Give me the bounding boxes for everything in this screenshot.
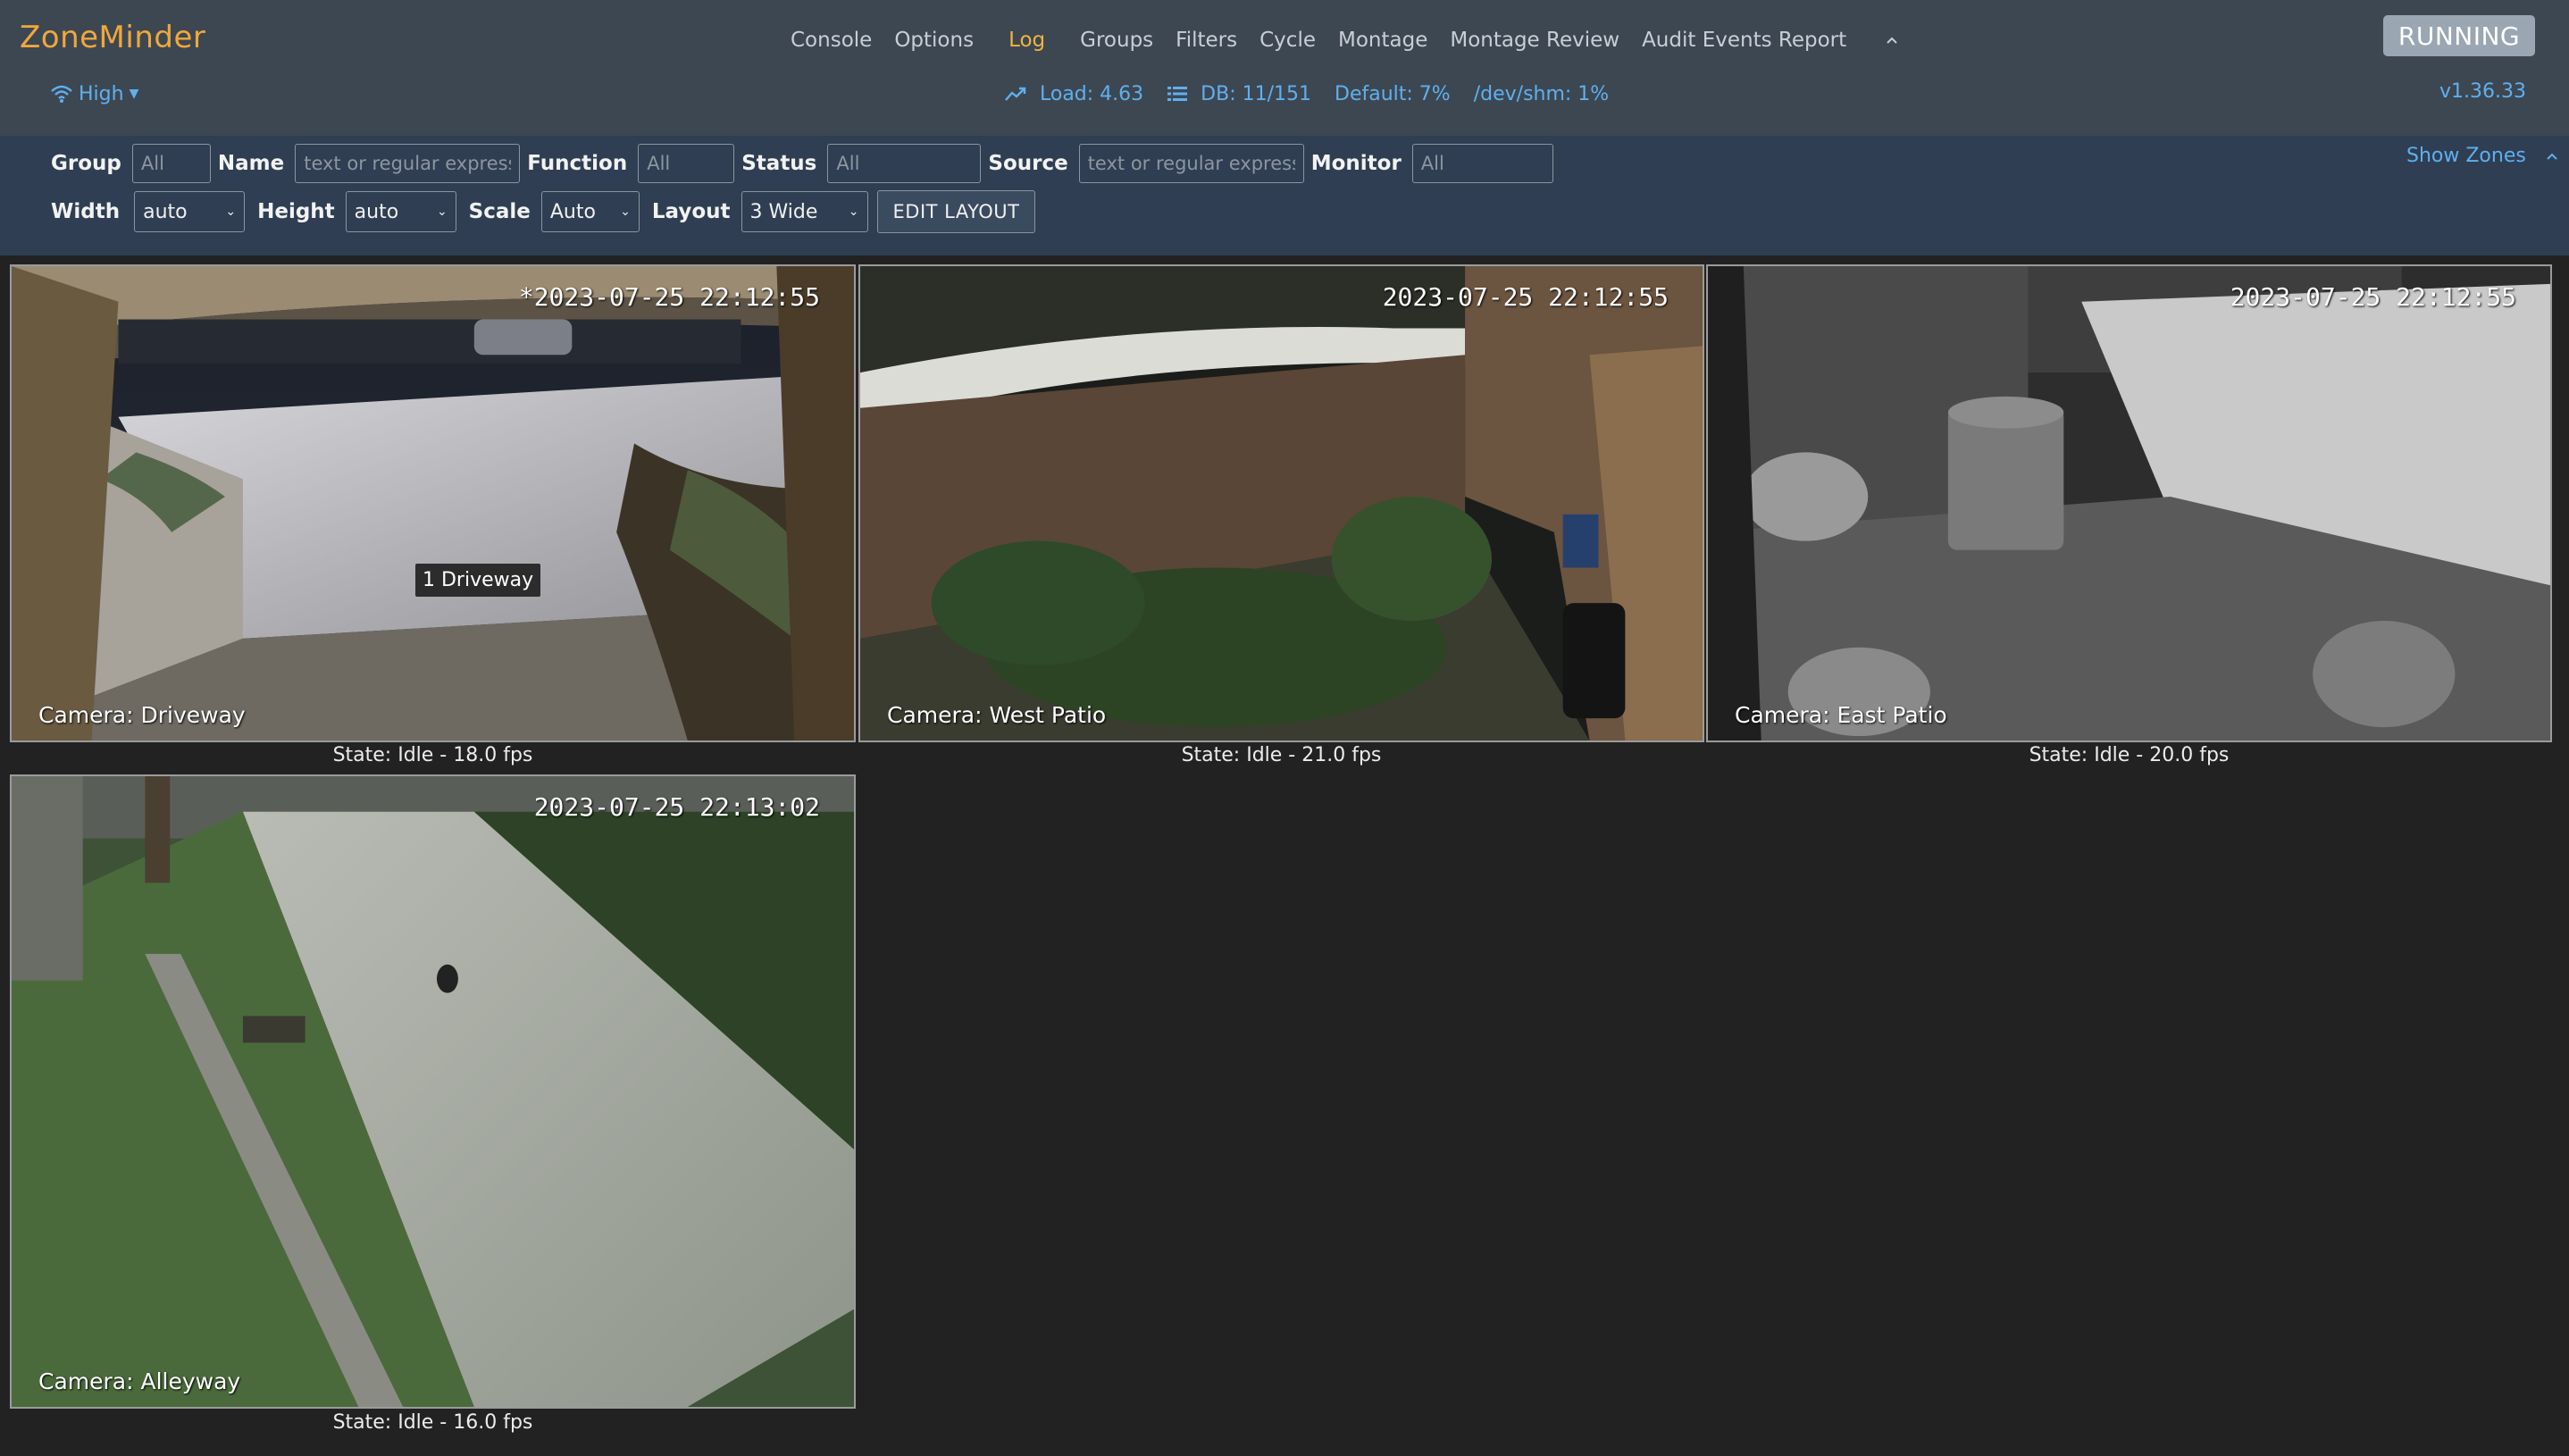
nav-groups[interactable]: Groups (1080, 29, 1153, 52)
load-value: Load: 4.63 (1040, 82, 1144, 105)
function-filter[interactable] (638, 144, 735, 183)
status-filter[interactable] (827, 144, 982, 183)
show-zones-link[interactable]: Show Zones (2406, 145, 2526, 167)
bandwidth-label: High (79, 82, 124, 105)
width-label: Width (51, 200, 121, 223)
height-select[interactable]: auto ⌄ (345, 191, 456, 232)
trend-up-icon (1005, 87, 1026, 101)
monitor-filter[interactable] (1411, 144, 1553, 183)
monitor-label: Monitor (1310, 152, 1402, 175)
status-label: Status (741, 152, 817, 175)
monitor-state: State: Idle - 16.0 fps (332, 1411, 533, 1434)
layout-select[interactable]: 3 Wide ⌄ (741, 191, 868, 232)
layout-value: 3 Wide (749, 200, 818, 223)
bandwidth-dropdown[interactable]: High ▼ (50, 80, 138, 107)
top-navbar: ZoneMinder Console Options Log Groups Fi… (0, 0, 2569, 136)
caret-down-icon: ▼ (129, 87, 139, 101)
nav-log[interactable]: Log (1008, 29, 1045, 52)
camera-name-overlay: Camera: Driveway (38, 702, 246, 728)
nav-audit-events-report[interactable]: Audit Events Report (1642, 29, 1846, 52)
camera-timestamp: 2023-07-25 22:13:02 (533, 792, 820, 822)
nav-montage[interactable]: Montage (1338, 29, 1427, 52)
scale-select[interactable]: Auto ⌄ (540, 191, 640, 232)
chevron-down-icon: ⌄ (848, 205, 859, 219)
shm-stat: /dev/shm: 1% (1474, 83, 1610, 105)
system-stats: Load: 4.63 DB: 11/151 Default: 7% /dev/s… (1004, 80, 1632, 107)
nav-cycle[interactable]: Cycle (1259, 29, 1316, 52)
brand-logo[interactable]: ZoneMinder (20, 20, 205, 55)
camera-name-overlay: Camera: West Patio (887, 702, 1107, 728)
monitor-alleyway[interactable]: 2023-07-25 22:13:02 Camera: Alleyway (10, 774, 856, 1409)
chevron-down-icon: ⌄ (436, 205, 448, 219)
source-filter[interactable] (1078, 144, 1304, 183)
name-label: Name (217, 152, 285, 175)
source-label: Source (988, 152, 1068, 175)
height-value: auto (354, 200, 399, 223)
name-filter[interactable] (295, 144, 521, 183)
run-state-button[interactable]: RUNNING (2383, 15, 2535, 56)
camera-timestamp: 2023-07-25 22:12:55 (2230, 282, 2516, 312)
monitor-name-tooltip: 1 Driveway (415, 564, 541, 597)
camera-feed-image (860, 266, 1703, 741)
nav-console[interactable]: Console (791, 29, 872, 52)
camera-feed-image (12, 266, 854, 741)
wifi-icon (51, 85, 72, 103)
monitor-east-patio[interactable]: 2023-07-25 22:12:55 Camera: East Patio (1706, 264, 2552, 742)
group-label: Group (51, 152, 121, 175)
camera-timestamp: *2023-07-25 22:12:55 (518, 282, 820, 312)
monitor-state: State: Idle - 21.0 fps (1181, 744, 1382, 766)
version-label[interactable]: v1.36.33 (2439, 80, 2526, 103)
default-storage-value: Default: 7% (1335, 82, 1451, 105)
monitor-state: State: Idle - 20.0 fps (2029, 744, 2230, 766)
width-value: auto (143, 200, 188, 223)
filter-row-2: Width auto ⌄ Height auto ⌄ Scale Auto ⌄ … (51, 190, 1036, 233)
monitor-west-patio[interactable]: 2023-07-25 22:12:55 Camera: West Patio (858, 264, 1704, 742)
width-select[interactable]: auto ⌄ (134, 191, 246, 232)
chevron-down-icon: ⌄ (225, 205, 237, 219)
scale-value: Auto (549, 200, 596, 223)
database-list-icon (1167, 87, 1188, 101)
main-nav: Console Options Log Groups Filters Cycle… (791, 27, 1902, 54)
camera-name-overlay: Camera: East Patio (1735, 702, 1947, 728)
camera-timestamp: 2023-07-25 22:12:55 (1382, 282, 1669, 312)
nav-montage-review[interactable]: Montage Review (1450, 29, 1619, 52)
load-stat: Load: 4.63 (1004, 83, 1143, 105)
db-stat: DB: 11/151 (1167, 83, 1311, 105)
filter-bar: Group Name Function Status Source Monito… (0, 136, 2569, 255)
edit-layout-button[interactable]: EDIT LAYOUT (876, 190, 1036, 233)
chevron-up-icon[interactable] (2542, 146, 2562, 166)
camera-name-overlay: Camera: Alleyway (38, 1368, 241, 1394)
scale-label: Scale (468, 200, 531, 223)
camera-feed-image (1708, 266, 2550, 741)
default-storage-stat[interactable]: Default: 7% (1335, 83, 1451, 105)
monitor-driveway[interactable]: *2023-07-25 22:12:55 Camera: Driveway 1 … (10, 264, 856, 742)
nav-options[interactable]: Options (894, 29, 974, 52)
group-filter[interactable] (131, 144, 211, 183)
filter-row-1: Group Name Function Status Source Monito… (51, 143, 1561, 184)
monitor-state: State: Idle - 18.0 fps (332, 744, 533, 766)
function-label: Function (527, 152, 628, 175)
chevron-down-icon: ⌄ (620, 205, 631, 219)
nav-filters[interactable]: Filters (1176, 29, 1237, 52)
db-value: DB: 11/151 (1201, 82, 1312, 105)
shm-value: /dev/shm: 1% (1473, 82, 1610, 105)
layout-label: Layout (651, 200, 731, 223)
chevron-up-icon[interactable] (1882, 30, 1902, 50)
camera-feed-image (12, 776, 854, 1407)
height-label: Height (257, 200, 335, 223)
